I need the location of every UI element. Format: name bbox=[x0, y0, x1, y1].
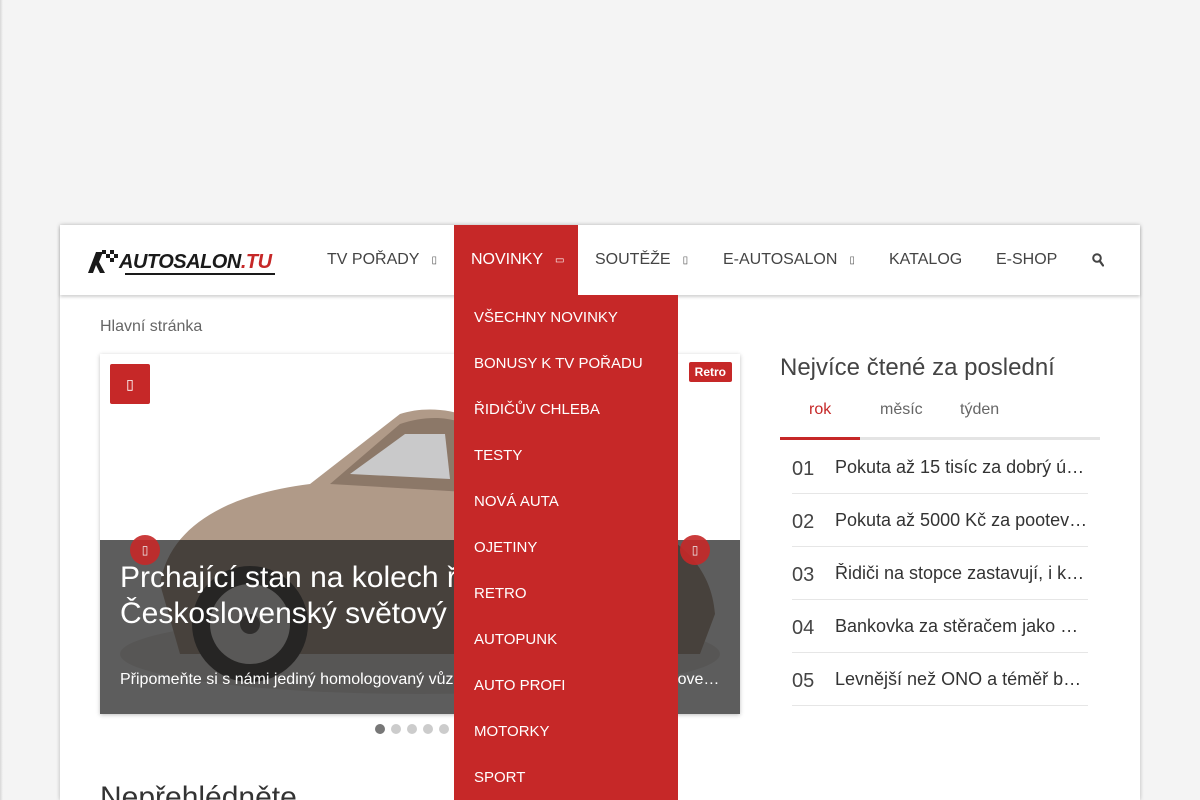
chevron-down-icon: ▯ bbox=[682, 254, 689, 266]
dropdown-item[interactable]: NOVÁ AUTA bbox=[474, 493, 559, 510]
nav-tv-porady[interactable]: TV POŘADY ▯ bbox=[310, 225, 454, 295]
slider-dot[interactable] bbox=[423, 724, 433, 734]
article-link[interactable]: Pokuta až 5000 Kč za pootevřené okno bbox=[835, 510, 1088, 531]
list-item[interactable]: 04 Bankovka za stěračem jako past bbox=[792, 600, 1088, 653]
video-badge-button[interactable]: ▯ bbox=[110, 364, 150, 404]
tab-rok[interactable]: rok bbox=[809, 401, 831, 419]
nav-label: E-AUTOSALON bbox=[723, 251, 838, 268]
dropdown-item[interactable]: AUTO PROFI bbox=[474, 677, 565, 694]
article-link[interactable]: Levnější než ONO a téměř bez spotřeby bbox=[835, 669, 1088, 690]
chevron-down-icon: ▯ bbox=[431, 254, 437, 266]
article-link[interactable]: Řidiči na stopce zastavují, i když nemus… bbox=[835, 563, 1088, 584]
dropdown-item[interactable]: MOTORKY bbox=[474, 723, 550, 740]
list-item[interactable]: 05 Levnější než ONO a téměř bez spotřeby bbox=[792, 653, 1088, 706]
breadcrumb-home-link[interactable]: Hlavní stránka bbox=[100, 318, 202, 335]
chevron-up-icon: ▭ bbox=[555, 254, 565, 266]
slider-dot[interactable] bbox=[407, 724, 417, 734]
period-tabs: rok měsíc týden bbox=[780, 394, 1100, 440]
search-button[interactable] bbox=[1092, 225, 1104, 295]
tab-tyden[interactable]: týden bbox=[960, 401, 999, 419]
slider-prev-button[interactable]: ▯ bbox=[130, 535, 160, 565]
breadcrumb: Hlavní stránka bbox=[100, 318, 202, 336]
novinky-dropdown-menu: VŠECHNY NOVINKY BONUSY K TV POŘADU ŘIDIČŮV… bbox=[454, 295, 678, 800]
chevron-down-icon: ▯ bbox=[849, 254, 855, 266]
slider-dot[interactable] bbox=[375, 724, 385, 734]
slider-dot[interactable] bbox=[391, 724, 401, 734]
nav-label: SOUTĚŽE bbox=[595, 251, 671, 268]
most-read-list: 01 Pokuta až 15 tisíc za dobrý úmysl 02 … bbox=[792, 441, 1088, 706]
site-container: AUTOSALON.TU TV POŘADY ▯ NOVINKY ▭ SOUTĚ… bbox=[60, 225, 1140, 800]
site-logo[interactable]: AUTOSALON.TU bbox=[85, 249, 281, 275]
nav-souteze[interactable]: SOUTĚŽE ▯ bbox=[578, 225, 705, 295]
logo-wordmark: AUTOSALON.TU bbox=[119, 251, 272, 274]
nav-e-autosalon[interactable]: E-AUTOSALON ▯ bbox=[706, 225, 872, 295]
rank-number: 02 bbox=[792, 511, 815, 533]
dropdown-item[interactable]: RETRO bbox=[474, 585, 527, 602]
nav-label: NOVINKY bbox=[471, 251, 544, 268]
rank-number: 04 bbox=[792, 617, 815, 639]
most-read-title: Nejvíce čtené za poslední bbox=[780, 354, 1055, 381]
nav-label: E-SHOP bbox=[996, 251, 1058, 268]
dropdown-item[interactable]: SPORT bbox=[474, 769, 525, 786]
dropdown-item[interactable]: VŠECHNY NOVINKY bbox=[474, 309, 618, 326]
article-link[interactable]: Bankovka za stěračem jako past bbox=[835, 616, 1088, 637]
search-icon bbox=[1092, 253, 1104, 267]
category-tag[interactable]: Retro bbox=[688, 362, 732, 382]
article-link[interactable]: Pokuta až 15 tisíc za dobrý úmysl bbox=[835, 457, 1088, 478]
list-item[interactable]: 02 Pokuta až 5000 Kč za pootevřené okno bbox=[792, 494, 1088, 547]
play-icon: ▯ bbox=[126, 375, 134, 392]
nav-label: TV POŘADY bbox=[327, 251, 420, 268]
logo-main-text: AUTOSALON bbox=[119, 251, 241, 273]
checkered-flag-icon bbox=[88, 250, 118, 273]
nav-e-shop[interactable]: E-SHOP bbox=[979, 225, 1074, 295]
chevron-left-icon: ▯ bbox=[141, 543, 149, 557]
nav-katalog[interactable]: KATALOG bbox=[872, 225, 979, 295]
rank-number: 03 bbox=[792, 564, 815, 586]
slider-dots bbox=[375, 724, 449, 734]
active-tab-indicator bbox=[780, 437, 860, 440]
ad-space bbox=[0, 0, 1200, 225]
site-header: AUTOSALON.TU TV POŘADY ▯ NOVINKY ▭ SOUTĚ… bbox=[60, 225, 1140, 295]
dropdown-item[interactable]: TESTY bbox=[474, 447, 522, 464]
logo-suffix-text: .TU bbox=[240, 251, 272, 273]
rank-number: 05 bbox=[792, 670, 815, 692]
nav-novinky[interactable]: NOVINKY ▭ bbox=[454, 225, 578, 295]
slider-dot[interactable] bbox=[439, 724, 449, 734]
dropdown-item[interactable]: BONUSY K TV POŘADU bbox=[474, 355, 643, 372]
dropdown-item[interactable]: OJETINY bbox=[474, 539, 537, 556]
list-item[interactable]: 01 Pokuta až 15 tisíc za dobrý úmysl bbox=[792, 441, 1088, 494]
rank-number: 01 bbox=[792, 458, 815, 480]
dropdown-item[interactable]: ŘIDIČŮV CHLEBA bbox=[474, 401, 600, 418]
slider-next-button[interactable]: ▯ bbox=[680, 535, 710, 565]
list-item[interactable]: 03 Řidiči na stopce zastavují, i když ne… bbox=[792, 547, 1088, 600]
tab-mesic[interactable]: měsíc bbox=[880, 401, 923, 419]
chevron-right-icon: ▯ bbox=[691, 543, 699, 557]
section-title: Nepřehlédněte bbox=[100, 781, 297, 800]
dropdown-item[interactable]: AUTOPUNK bbox=[474, 631, 557, 648]
logo-underline bbox=[125, 273, 275, 275]
nav-label: KATALOG bbox=[889, 251, 963, 268]
